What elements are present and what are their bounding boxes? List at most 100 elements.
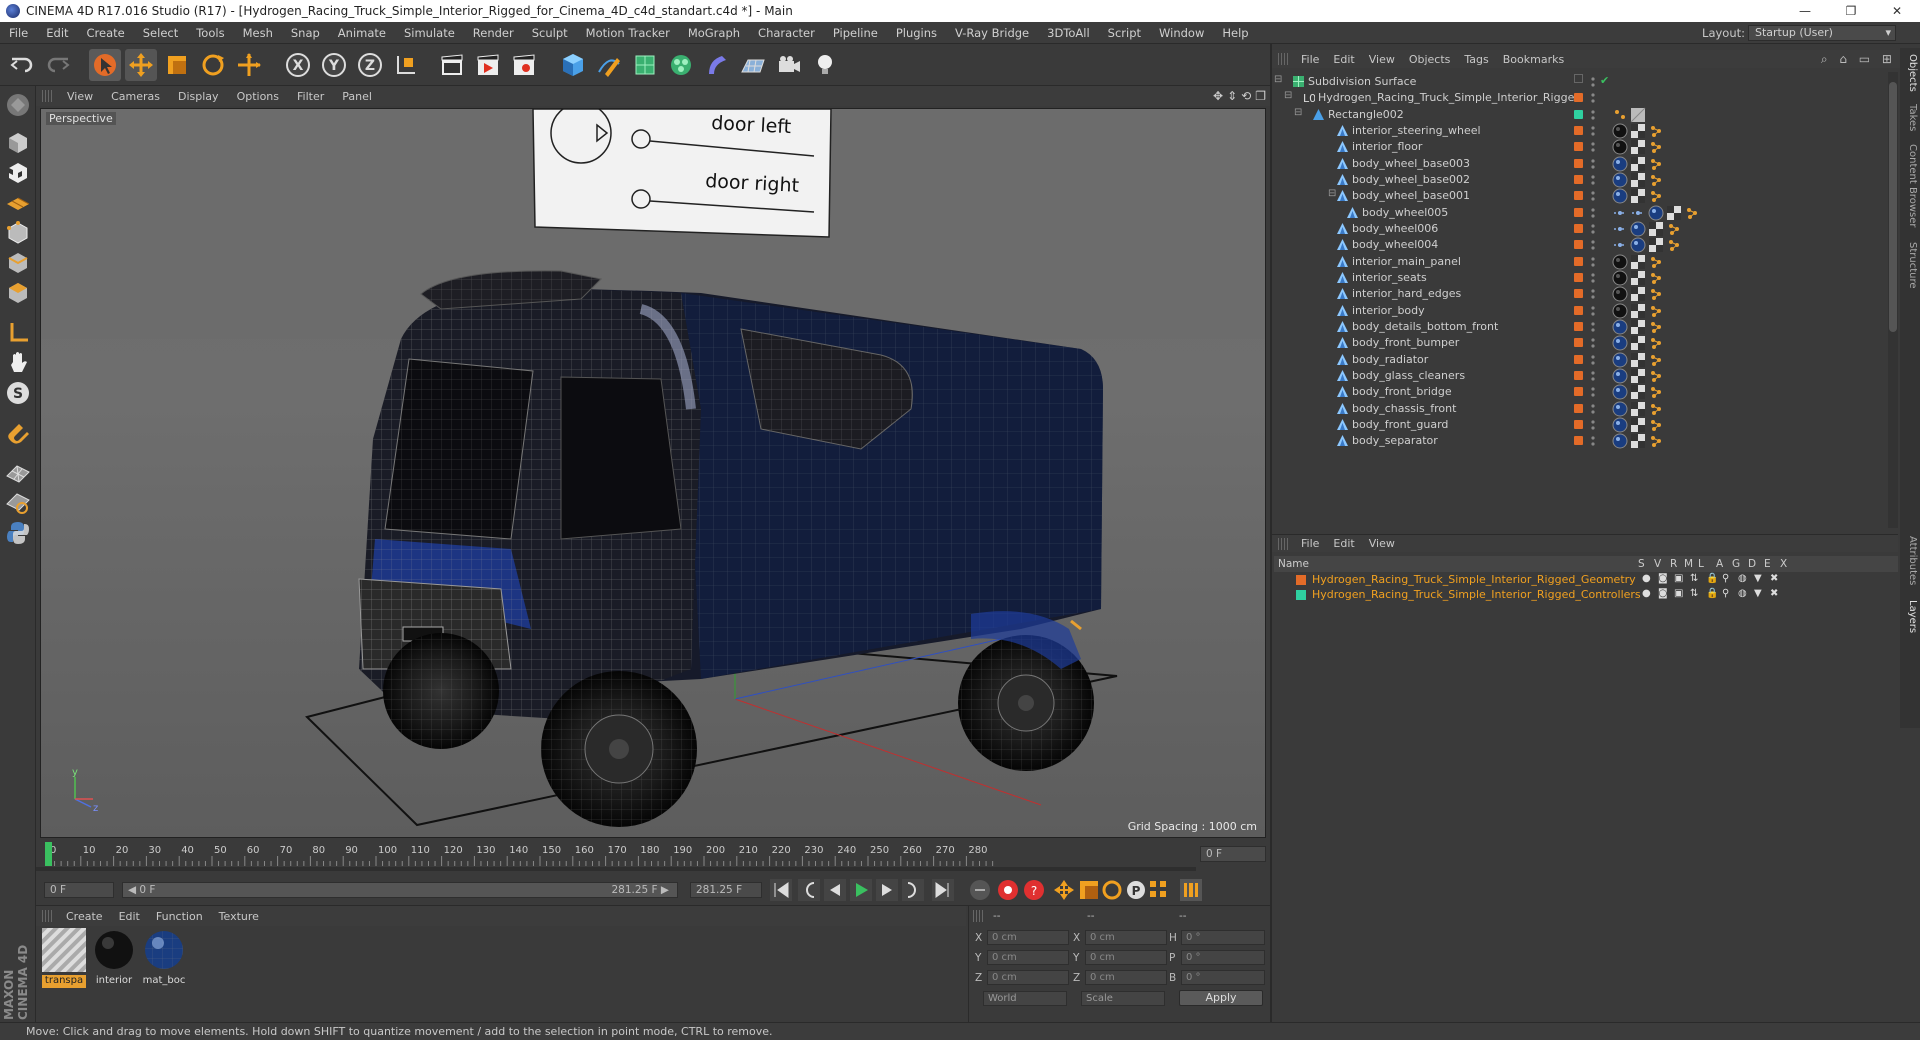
workplane-mode-button[interactable] xyxy=(3,188,33,218)
layer-color-swatch[interactable] xyxy=(1574,305,1583,315)
layer-color-swatch[interactable] xyxy=(1574,354,1583,364)
expand-toggle-icon[interactable]: ⊟ xyxy=(1294,107,1302,118)
pen-spline-button[interactable] xyxy=(593,49,625,81)
points-mode-button[interactable] xyxy=(3,218,33,248)
layer-menu-edit[interactable]: Edit xyxy=(1326,537,1361,550)
previous-frame-button[interactable] xyxy=(824,879,846,901)
cube-primitive-button[interactable] xyxy=(557,49,589,81)
menu-simulate[interactable]: Simulate xyxy=(395,26,464,40)
layer-generator-icon[interactable]: ◍ xyxy=(1738,573,1747,584)
axis-mode-button[interactable] xyxy=(3,318,33,348)
coordinate-system-button[interactable] xyxy=(390,49,422,81)
menu-v-ray-bridge[interactable]: V-Ray Bridge xyxy=(946,26,1038,40)
visibility-dots-icon[interactable] xyxy=(1590,256,1596,268)
object-name[interactable]: body_chassis_front xyxy=(1352,402,1456,415)
texture-mode-button[interactable] xyxy=(3,158,33,188)
layer-expression-icon[interactable]: ✖ xyxy=(1770,588,1778,599)
layer-color-swatch[interactable] xyxy=(1574,370,1583,380)
menu-mesh[interactable]: Mesh xyxy=(234,26,282,40)
render-to-picture-viewer-button[interactable] xyxy=(472,49,504,81)
expand-toggle-icon[interactable]: ⊟ xyxy=(1284,90,1292,101)
layer-color-swatch[interactable] xyxy=(1574,158,1583,168)
z-axis-button[interactable]: Z xyxy=(354,49,386,81)
timeline-current-frame-field[interactable]: 0 F xyxy=(1200,846,1266,862)
layer-column-a[interactable]: A xyxy=(1716,558,1723,570)
go-to-end-button[interactable] xyxy=(932,879,954,901)
layer-name[interactable]: Hydrogen_Racing_Truck_Simple_Interior_Ri… xyxy=(1312,588,1641,601)
x-axis-button[interactable]: X xyxy=(282,49,314,81)
viewport-menu-filter[interactable]: Filter xyxy=(288,90,333,103)
menu-tools[interactable]: Tools xyxy=(187,26,233,40)
layer-column-e[interactable]: E xyxy=(1764,558,1771,570)
object-menu-view[interactable]: View xyxy=(1362,53,1402,66)
play-button[interactable] xyxy=(850,879,872,901)
menu-render[interactable]: Render xyxy=(464,26,523,40)
object-name[interactable]: interior_steering_wheel xyxy=(1352,124,1481,137)
layer-column-d[interactable]: D xyxy=(1748,558,1756,570)
material-tag-blue[interactable] xyxy=(1612,433,1628,452)
make-editable-button[interactable] xyxy=(3,90,33,120)
enabled-check-icon[interactable]: ✔ xyxy=(1600,74,1609,87)
layer-color-swatch[interactable] xyxy=(1574,207,1583,217)
material-menu-texture[interactable]: Texture xyxy=(211,910,267,923)
layer-column-name[interactable]: Name xyxy=(1278,558,1309,570)
layer-animation-icon[interactable]: ⚲ xyxy=(1722,573,1729,584)
dolly-view-icon[interactable]: ⇕ xyxy=(1227,89,1237,103)
layer-color-swatch[interactable] xyxy=(1296,590,1306,600)
object-name[interactable]: interior_hard_edges xyxy=(1352,287,1461,300)
object-name[interactable]: interior_main_panel xyxy=(1352,255,1461,268)
tab-attributes[interactable]: Attributes xyxy=(1902,536,1918,585)
visibility-dots-icon[interactable] xyxy=(1590,419,1596,431)
layer-lock-icon[interactable]: 🔒 xyxy=(1706,573,1718,584)
live-selection-button[interactable] xyxy=(89,49,121,81)
timeline-window-button[interactable] xyxy=(1180,879,1202,901)
layer-solo-icon[interactable]: ● xyxy=(1642,588,1651,599)
tab-structure[interactable]: Structure xyxy=(1902,242,1918,289)
material-menu-edit[interactable]: Edit xyxy=(111,910,148,923)
scale-dropdown[interactable]: Scale xyxy=(1081,991,1165,1006)
object-name[interactable]: body_wheel_base003 xyxy=(1352,157,1470,170)
render-settings-button[interactable] xyxy=(508,49,540,81)
layer-row[interactable]: Hydrogen_Racing_Truck_Simple_Interior_Ri… xyxy=(1274,573,1898,587)
object-menu-tags[interactable]: Tags xyxy=(1457,53,1495,66)
visibility-dots-icon[interactable] xyxy=(1590,288,1596,300)
layer-generator-icon[interactable]: ◍ xyxy=(1738,588,1747,599)
menu-snap[interactable]: Snap xyxy=(282,26,329,40)
menu-help[interactable]: Help xyxy=(1213,26,1257,40)
next-key-button[interactable] xyxy=(902,879,924,901)
layer-manager-icon[interactable]: ⇅ xyxy=(1690,573,1698,584)
maximize-view-icon[interactable]: ❐ xyxy=(1255,89,1266,103)
object-menu-edit[interactable]: Edit xyxy=(1326,53,1361,66)
menu-3dtoall[interactable]: 3DToAll xyxy=(1038,26,1099,40)
material-body[interactable]: mat_boc xyxy=(142,928,186,986)
texture-tag-checker[interactable] xyxy=(1630,433,1646,452)
key-point-level-button[interactable] xyxy=(1150,881,1166,897)
scrollbar-thumb[interactable] xyxy=(1889,82,1897,332)
menu-edit[interactable]: Edit xyxy=(37,26,77,40)
layer-column-g[interactable]: G xyxy=(1732,558,1740,570)
next-frame-button[interactable] xyxy=(876,879,898,901)
frame-range-slider[interactable]: ◀ 0 F 281.25 F ▶ xyxy=(122,882,678,898)
object-name[interactable]: Subdivision Surface xyxy=(1308,75,1416,88)
layer-color-swatch[interactable] xyxy=(1574,191,1583,201)
position-z-field[interactable]: 0 cm xyxy=(987,970,1069,985)
object-name[interactable]: body_front_guard xyxy=(1352,418,1448,431)
size-y-field[interactable]: 0 cm xyxy=(1085,950,1167,965)
key-parameter-button[interactable]: P xyxy=(1127,881,1145,899)
object-name[interactable]: body_wheel005 xyxy=(1362,206,1448,219)
object-name[interactable]: body_radiator xyxy=(1352,353,1428,366)
close-button[interactable]: ✕ xyxy=(1874,0,1920,22)
layer-render-icon[interactable]: ▣ xyxy=(1674,573,1683,584)
visibility-dots-icon[interactable] xyxy=(1590,403,1596,415)
layer-column-s[interactable]: S xyxy=(1638,558,1645,570)
layer-color-swatch[interactable] xyxy=(1574,256,1583,266)
size-z-field[interactable]: 0 cm xyxy=(1085,970,1167,985)
object-name[interactable]: body_wheel004 xyxy=(1352,238,1438,251)
layer-expression-icon[interactable]: ✖ xyxy=(1770,573,1778,584)
go-to-start-button[interactable] xyxy=(770,879,792,901)
layer-color-swatch[interactable] xyxy=(1574,338,1583,348)
key-position-button[interactable] xyxy=(1054,880,1074,900)
object-name[interactable]: Rectangle002 xyxy=(1328,108,1404,121)
layer-color-swatch[interactable] xyxy=(1574,223,1583,233)
layer-menu-file[interactable]: File xyxy=(1294,537,1326,550)
